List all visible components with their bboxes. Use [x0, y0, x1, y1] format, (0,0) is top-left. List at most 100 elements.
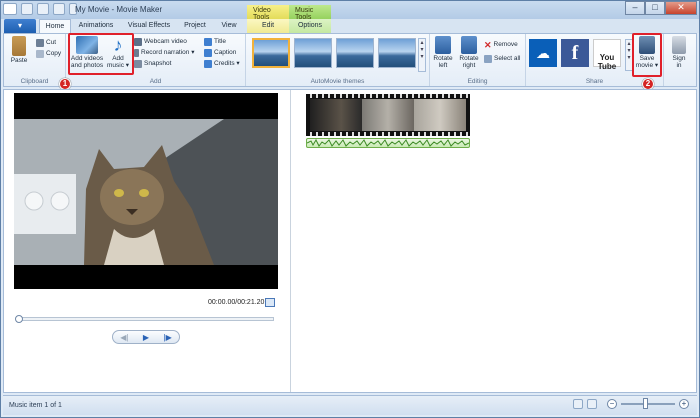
- clip-frame-1: [310, 99, 362, 131]
- waveform-graphic: [306, 138, 470, 147]
- caption-label: Caption: [214, 49, 237, 56]
- zoom-control: − +: [573, 398, 689, 409]
- title-label: Title: [214, 38, 227, 45]
- copy-label: Copy: [46, 50, 62, 57]
- sign-in-button[interactable]: Sign in: [666, 36, 692, 69]
- theme-3[interactable]: [336, 38, 374, 68]
- undo-icon[interactable]: [37, 3, 49, 15]
- tab-home[interactable]: Home: [39, 19, 71, 33]
- status-text: Music item 1 of 1: [9, 402, 62, 409]
- previous-frame-button[interactable]: ◀|: [120, 333, 128, 342]
- rotate-right-button[interactable]: Rotate right: [456, 36, 482, 69]
- highlight-add-buttons: [68, 33, 134, 75]
- storyboard-clip[interactable]: [306, 94, 470, 150]
- rotate-right-label-2: right: [462, 62, 476, 69]
- add-group-label: Add: [149, 78, 162, 85]
- gallery-scroll[interactable]: ▴ ▾ ▾: [418, 38, 426, 72]
- paste-icon: [12, 36, 26, 56]
- cut-label: Cut: [46, 39, 57, 46]
- zoom-slider-thumb[interactable]: [643, 398, 648, 409]
- fullscreen-preview-icon[interactable]: [265, 298, 275, 307]
- preview-monitor[interactable]: [14, 93, 278, 289]
- storyboard-view-icon[interactable]: [573, 399, 583, 409]
- zoom-out-button[interactable]: −: [607, 399, 617, 409]
- select-all-button[interactable]: Select all: [484, 54, 520, 64]
- theme-2[interactable]: [294, 38, 332, 68]
- quick-access-toolbar: [3, 3, 77, 15]
- automovie-themes-group: ▴ ▾ ▾ AutoMovie themes: [246, 34, 430, 86]
- highlight-save-movie: [632, 33, 662, 77]
- window-controls: – □ ✕: [625, 1, 697, 15]
- redo-icon[interactable]: [53, 3, 65, 15]
- tab-edit[interactable]: Edit: [247, 19, 289, 33]
- rotate-left-label-2: left: [438, 62, 448, 69]
- rotate-left-button[interactable]: Rotate left: [430, 36, 456, 69]
- clip-frame-2: [362, 99, 414, 131]
- thumbnail-size-icon[interactable]: [587, 399, 597, 409]
- youtube-button[interactable]: You Tube: [593, 39, 621, 71]
- play-button[interactable]: ▶: [143, 333, 149, 342]
- title-icon: [204, 38, 212, 46]
- maximize-button[interactable]: □: [645, 1, 665, 15]
- paste-label: Paste: [10, 57, 28, 64]
- theme-1[interactable]: [252, 38, 290, 68]
- sign-in-icon: [672, 36, 686, 54]
- remove-label: Remove: [493, 41, 518, 48]
- caption-icon: [204, 49, 212, 57]
- seek-thumb[interactable]: [15, 315, 23, 323]
- tab-options[interactable]: Options: [289, 19, 331, 33]
- tab-view[interactable]: View: [215, 19, 243, 33]
- scissors-icon: [36, 39, 44, 47]
- pane-splitter[interactable]: [290, 90, 291, 392]
- paste-button[interactable]: Paste: [6, 36, 32, 64]
- clipboard-group-label: Clipboard: [20, 78, 49, 85]
- title-button[interactable]: Title: [204, 37, 226, 47]
- next-frame-button[interactable]: |▶: [164, 333, 172, 342]
- cloud-icon: ☁: [536, 45, 550, 61]
- credits-icon: [204, 60, 212, 68]
- snapshot-button[interactable]: Snapshot: [134, 59, 171, 69]
- zoom-slider[interactable]: [621, 398, 675, 409]
- close-button[interactable]: ✕: [665, 1, 697, 15]
- tab-visual-effects[interactable]: Visual Effects: [123, 19, 175, 33]
- rotate-left-icon: [435, 36, 451, 54]
- title-bar: My Movie - Movie Maker Video Tools Music…: [1, 1, 699, 21]
- select-all-label: Select all: [494, 55, 521, 62]
- credits-label: Credits ▾: [214, 60, 240, 67]
- film-perforation-bottom: [306, 132, 470, 136]
- facebook-button[interactable]: f: [561, 39, 589, 67]
- youtube-icon: You Tube: [597, 53, 617, 71]
- minimize-button[interactable]: –: [625, 1, 645, 15]
- zoom-in-button[interactable]: +: [679, 399, 689, 409]
- caption-button[interactable]: Caption: [204, 48, 236, 58]
- save-icon[interactable]: [21, 3, 33, 15]
- select-all-icon: [484, 55, 492, 63]
- copy-button[interactable]: Copy: [36, 49, 61, 59]
- app-menu-icon[interactable]: [3, 3, 17, 15]
- window-title: My Movie - Movie Maker: [75, 5, 163, 14]
- editing-group-label: Editing: [467, 78, 488, 85]
- cut-button[interactable]: Cut: [36, 38, 56, 48]
- movie-maker-window: My Movie - Movie Maker Video Tools Music…: [0, 0, 700, 418]
- film-perforation-top: [306, 94, 470, 98]
- credits-button[interactable]: Credits ▾: [204, 59, 240, 69]
- camera-icon: [134, 60, 142, 68]
- ribbon-tabs: ▾ Home Animations Visual Effects Project…: [1, 19, 699, 33]
- theme-4[interactable]: [378, 38, 416, 68]
- video-clip-filmstrip[interactable]: [306, 94, 470, 136]
- onedrive-button[interactable]: ☁: [529, 39, 557, 67]
- music-track-waveform[interactable]: [306, 138, 470, 148]
- sign-in-label-2: in: [676, 62, 682, 69]
- record-narration-button[interactable]: Record narration ▾: [134, 48, 194, 58]
- remove-button[interactable]: ✕ Remove: [484, 40, 518, 50]
- seek-bar[interactable]: [15, 315, 274, 323]
- webcam-icon: [134, 38, 142, 46]
- clip-frame-3: [414, 99, 466, 131]
- webcam-video-button[interactable]: Webcam video: [134, 37, 187, 47]
- copy-icon: [36, 50, 44, 58]
- tab-animations[interactable]: Animations: [73, 19, 119, 33]
- tab-project[interactable]: Project: [179, 19, 211, 33]
- record-label: Record narration ▾: [141, 49, 195, 56]
- file-menu-button[interactable]: ▾: [4, 19, 36, 33]
- remove-x-icon: ✕: [484, 40, 492, 50]
